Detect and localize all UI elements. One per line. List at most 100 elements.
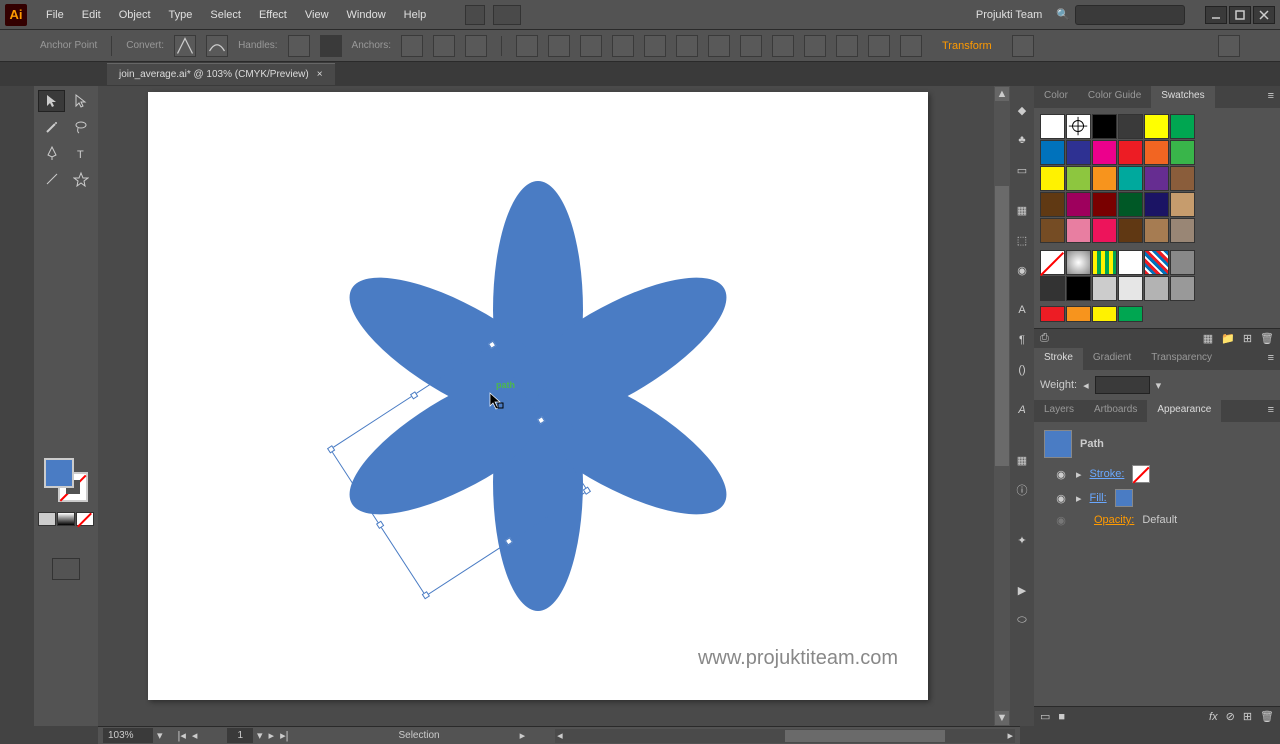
swatch[interactable] <box>1040 140 1065 165</box>
dock-icon-1[interactable]: ◆ <box>1012 100 1032 120</box>
swatch[interactable] <box>1118 166 1143 191</box>
menu-window[interactable]: Window <box>338 4 395 26</box>
hscroll-thumb[interactable] <box>785 730 945 742</box>
swatch[interactable] <box>1170 276 1195 301</box>
dock-icon-8[interactable]: ¶ <box>1012 330 1032 350</box>
menu-object[interactable]: Object <box>110 4 160 26</box>
duplicate-icon[interactable]: ⊞ <box>1243 710 1252 723</box>
dock-icon-14[interactable]: ▶ <box>1012 580 1032 600</box>
dock-icon-12[interactable]: ⓘ <box>1012 480 1032 500</box>
dock-icon-7[interactable]: A <box>1012 300 1032 320</box>
artboard-last-icon[interactable]: ▸| <box>280 729 288 742</box>
swatch[interactable] <box>1118 218 1143 243</box>
zoom-dropdown-icon[interactable]: ▾ <box>157 729 163 742</box>
screen-mode-full[interactable] <box>57 534 74 550</box>
pencil-tool[interactable] <box>67 194 94 216</box>
eraser-tool[interactable] <box>67 220 94 242</box>
paintbrush-tool[interactable] <box>38 194 65 216</box>
tab-appearance[interactable]: Appearance <box>1147 400 1221 422</box>
artboard-dropdown-icon[interactable]: ▾ <box>257 729 263 742</box>
artboard-prev-icon[interactable]: ◂ <box>192 729 198 742</box>
tab-close-icon[interactable]: × <box>317 69 323 80</box>
swatch[interactable] <box>1040 192 1065 217</box>
swatch[interactable] <box>1118 140 1143 165</box>
align-left-button[interactable] <box>548 35 570 57</box>
align-top-button[interactable] <box>644 35 666 57</box>
weight-dropdown-icon[interactable]: ▾ <box>1156 379 1162 392</box>
menu-effect[interactable]: Effect <box>250 4 296 26</box>
horizontal-scrollbar[interactable]: ◂ ▸ <box>555 729 1015 743</box>
expand-stroke-icon[interactable]: ▸ <box>1076 468 1082 481</box>
fill-color[interactable] <box>44 458 74 488</box>
document-tab[interactable]: join_average.ai* @ 103% (CMYK/Preview) × <box>107 63 335 85</box>
swatch[interactable] <box>1066 218 1091 243</box>
swatch[interactable] <box>1092 276 1117 301</box>
appearance-fill-row[interactable]: ◉ ▸ Fill: <box>1038 486 1276 510</box>
new-group-icon[interactable]: 📁 <box>1221 332 1235 345</box>
pattern-swatch[interactable] <box>1066 250 1091 275</box>
menu-view[interactable]: View <box>296 4 338 26</box>
swatch[interactable] <box>1040 218 1065 243</box>
swatch[interactable] <box>1066 140 1091 165</box>
convert-corner-button[interactable] <box>174 35 196 57</box>
color-mode-gradient[interactable] <box>57 512 75 526</box>
dock-icon-5[interactable]: ⬚ <box>1012 230 1032 250</box>
appearance-object-row[interactable]: Path <box>1038 426 1276 462</box>
swatch[interactable] <box>1040 114 1065 139</box>
panel-menu-icon[interactable]: ≡ <box>1262 86 1280 108</box>
delete-attr-icon[interactable]: 🗑 <box>1260 710 1274 723</box>
show-handles-button[interactable] <box>288 35 310 57</box>
connect-anchor-button[interactable] <box>433 35 455 57</box>
swatch[interactable] <box>1040 276 1065 301</box>
scroll-up-icon[interactable]: ▲ <box>995 87 1009 101</box>
appearance-opacity-row[interactable]: ◉ Opacity: Default <box>1038 510 1276 530</box>
minimize-button[interactable] <box>1205 6 1227 24</box>
swatch[interactable] <box>1092 166 1117 191</box>
gradient-tool[interactable] <box>67 324 94 346</box>
direct-selection-tool[interactable] <box>67 90 94 112</box>
swatch[interactable] <box>1170 218 1195 243</box>
pattern-swatch[interactable] <box>1144 250 1169 275</box>
weight-stepper-down[interactable]: ◂ <box>1083 379 1089 392</box>
blob-brush-tool[interactable] <box>38 220 65 242</box>
color-mode-solid[interactable] <box>38 512 56 526</box>
dock-icon-6[interactable]: ◉ <box>1012 260 1032 280</box>
visibility-toggle-stroke[interactable]: ◉ <box>1054 467 1068 481</box>
dock-icon-3[interactable]: ▭ <box>1012 160 1032 180</box>
swatch[interactable] <box>1066 114 1091 139</box>
swatch[interactable] <box>1144 166 1169 191</box>
align-key-button[interactable] <box>868 35 890 57</box>
artboard-nav-input[interactable]: 1 <box>227 728 253 743</box>
fill-attr-label[interactable]: Fill: <box>1090 492 1107 504</box>
isolate-button[interactable] <box>1012 35 1034 57</box>
symbol-sprayer-tool[interactable] <box>38 376 65 398</box>
mesh-tool[interactable] <box>38 324 65 346</box>
swatch-red-sm[interactable] <box>1040 306 1065 322</box>
swatch[interactable] <box>1144 140 1169 165</box>
swatch[interactable] <box>1144 192 1169 217</box>
pattern-swatch[interactable] <box>1118 250 1143 275</box>
graph-tool[interactable] <box>67 376 94 398</box>
magic-wand-tool[interactable] <box>38 116 65 138</box>
artboard[interactable]: path www.projuktiteam.com <box>148 92 928 700</box>
free-transform-tool[interactable] <box>67 272 94 294</box>
appearance-stroke-row[interactable]: ◉ ▸ Stroke: <box>1038 462 1276 486</box>
align-vcenter-button[interactable] <box>676 35 698 57</box>
menu-help[interactable]: Help <box>395 4 436 26</box>
zoom-level[interactable]: 103% <box>103 728 153 743</box>
tab-transparency[interactable]: Transparency <box>1141 348 1222 370</box>
tab-stroke[interactable]: Stroke <box>1034 348 1083 370</box>
swatch[interactable] <box>1144 114 1169 139</box>
control-menu-icon[interactable] <box>1218 35 1240 57</box>
distribute-h-button[interactable] <box>740 35 762 57</box>
swatch[interactable] <box>1066 192 1091 217</box>
pattern-swatch[interactable] <box>1170 250 1195 275</box>
rotate-tool[interactable] <box>38 246 65 268</box>
stroke-attr-swatch[interactable] <box>1132 465 1150 483</box>
stroke-panel-menu-icon[interactable]: ≡ <box>1262 348 1280 370</box>
clear-appearance-icon[interactable]: ⊘ <box>1226 710 1235 723</box>
tab-color-guide[interactable]: Color Guide <box>1078 86 1151 108</box>
artboard-tool[interactable] <box>38 402 65 424</box>
swatch[interactable] <box>1040 166 1065 191</box>
scroll-down-icon[interactable]: ▼ <box>995 711 1009 725</box>
